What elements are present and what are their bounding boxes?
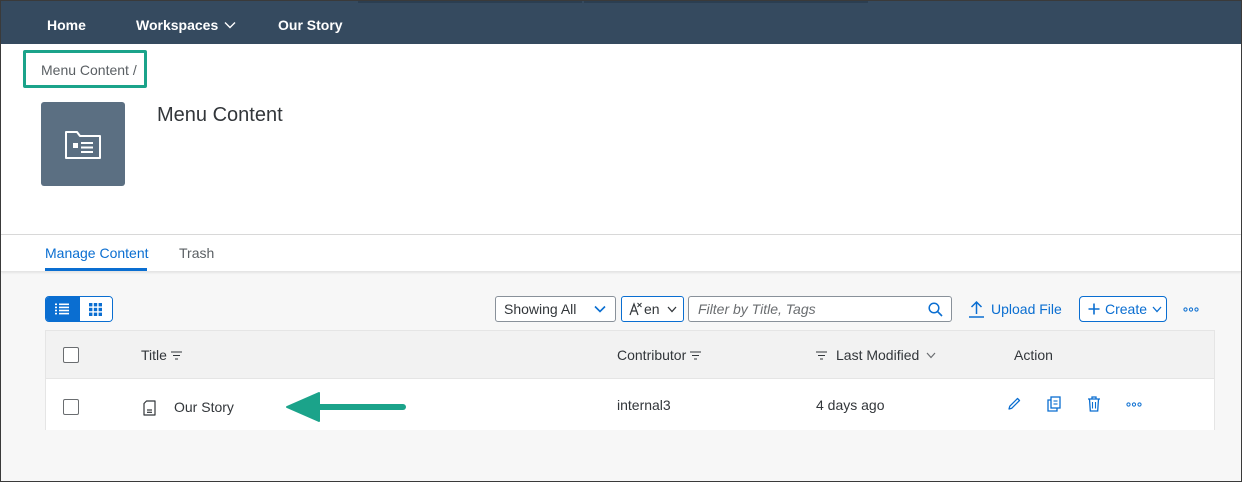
row-checkbox[interactable] xyxy=(63,399,79,415)
document-icon xyxy=(143,400,156,416)
chevron-down-icon xyxy=(594,305,606,313)
showing-select-value: Showing All xyxy=(504,301,577,317)
row-contributor: internal3 xyxy=(617,397,671,413)
breadcrumb-label: Menu Content / xyxy=(41,62,137,78)
app-frame: Home Workspaces Our Story Menu Content / xyxy=(0,0,1242,482)
sort-icon xyxy=(690,350,702,360)
folder-icon xyxy=(65,131,101,159)
column-last-modified-label: Last Modified xyxy=(836,347,920,363)
breadcrumb[interactable]: Menu Content / xyxy=(41,62,137,78)
edit-button[interactable] xyxy=(1004,394,1024,414)
filter-input[interactable] xyxy=(688,296,952,322)
sort-icon xyxy=(816,350,827,360)
active-tab-indicator xyxy=(45,268,147,271)
list-view-icon xyxy=(55,303,70,315)
top-navigation-bar: Home Workspaces Our Story xyxy=(1,1,1241,44)
language-select[interactable]: en xyxy=(621,296,684,322)
pencil-icon xyxy=(1008,397,1021,410)
chevron-down-icon xyxy=(667,306,677,313)
nav-home-label: Home xyxy=(47,17,86,33)
nav-our-story[interactable]: Our Story xyxy=(278,17,343,33)
nav-workspaces-label: Workspaces xyxy=(136,17,219,33)
page-header: Menu Content / Menu Content xyxy=(1,44,1241,235)
view-toggle xyxy=(45,296,113,322)
column-title[interactable]: Title xyxy=(141,347,182,363)
showing-select[interactable]: Showing All xyxy=(495,296,616,322)
upload-file-label: Upload File xyxy=(991,301,1062,317)
delete-button[interactable] xyxy=(1084,394,1104,414)
chevron-down-icon xyxy=(224,22,236,29)
table-header: Title Contributor Last Modified Action xyxy=(46,331,1214,379)
content-table: Title Contributor Last Modified Action O… xyxy=(45,330,1215,430)
chevron-down-icon xyxy=(1152,306,1162,312)
table-row[interactable]: Our Story internal3 4 days ago xyxy=(46,379,1214,430)
folder-tile xyxy=(41,102,125,186)
column-contributor[interactable]: Contributor xyxy=(617,347,702,363)
row-last-modified: 4 days ago xyxy=(816,397,885,413)
overflow-icon xyxy=(1126,401,1142,407)
tab-bar: Manage Content Trash xyxy=(1,235,1241,272)
row-more-button[interactable] xyxy=(1124,394,1144,414)
tab-manage-content[interactable]: Manage Content xyxy=(45,245,149,261)
nav-our-story-label: Our Story xyxy=(278,17,343,33)
annotation-arrow-icon xyxy=(286,392,406,422)
column-title-label: Title xyxy=(141,347,167,363)
column-contributor-label: Contributor xyxy=(617,347,687,363)
sort-icon xyxy=(170,350,182,360)
language-select-value: en xyxy=(644,301,660,317)
trash-icon xyxy=(1088,396,1100,412)
search-icon[interactable] xyxy=(928,302,943,317)
chevron-down-icon xyxy=(926,352,936,358)
column-last-modified[interactable]: Last Modified xyxy=(816,347,936,363)
upload-file-button[interactable]: Upload File xyxy=(968,297,1062,321)
filter-text-field[interactable] xyxy=(698,301,918,317)
column-action-label: Action xyxy=(1014,347,1053,363)
column-action: Action xyxy=(1014,347,1053,363)
copy-icon xyxy=(1047,396,1061,412)
toolbar-more-button[interactable] xyxy=(1181,299,1201,319)
create-button[interactable]: Create xyxy=(1079,296,1167,322)
create-label: Create xyxy=(1105,301,1148,317)
tab-trash[interactable]: Trash xyxy=(179,245,214,261)
upload-icon xyxy=(969,300,984,318)
select-all-checkbox[interactable] xyxy=(63,347,79,363)
grid-view-button[interactable] xyxy=(78,297,112,321)
nav-indicator xyxy=(358,1,582,3)
nav-workspaces[interactable]: Workspaces xyxy=(136,17,236,33)
copy-button[interactable] xyxy=(1044,394,1064,414)
overflow-icon xyxy=(1183,306,1199,312)
grid-view-icon xyxy=(89,302,103,316)
nav-home[interactable]: Home xyxy=(47,17,86,33)
row-title[interactable]: Our Story xyxy=(174,399,234,415)
page-title: Menu Content xyxy=(157,104,283,126)
translate-icon xyxy=(629,302,642,316)
list-view-button[interactable] xyxy=(46,297,79,321)
plus-icon xyxy=(1088,303,1100,315)
nav-indicator xyxy=(584,1,868,3)
